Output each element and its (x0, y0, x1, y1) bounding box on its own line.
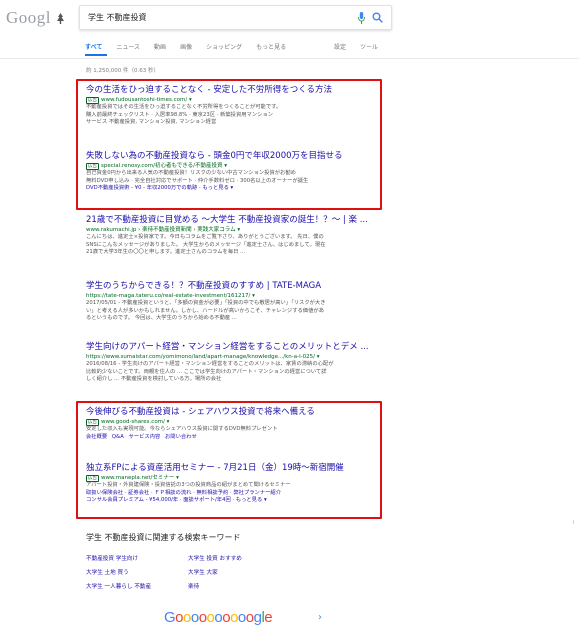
ad-result: 今後伸びる不動産投資は - シェアハウス投資で将来へ備える 広告 www.good… (86, 407, 386, 441)
result-title[interactable]: 21歳で不動産投資に目覚める 〜大学生 不動産投資家の誕生！？〜 | 楽 ... (86, 215, 386, 226)
search-box[interactable] (79, 5, 392, 30)
ad-snippet-line: サービス 不動産投資, マンション投資, マンション経営 (86, 119, 217, 125)
ad-url-line: 広告 www.good-shares.com/ ▾ (86, 418, 386, 426)
result-snippet-line: 比較的少ないことです。両親を住人の ... ここでは学生向けのアパート・マンショ… (86, 368, 327, 375)
google-logo[interactable]: Googl (6, 8, 65, 28)
settings-link[interactable]: 設定 (334, 42, 346, 51)
search-icon[interactable] (372, 12, 383, 23)
related-search-link[interactable]: 不動産投資 学生向け (86, 554, 138, 562)
tab-more[interactable]: もっと見る (256, 42, 286, 56)
search-tools: 設定 ツール (334, 42, 392, 51)
ad-snippet-line: 無料DVD申し込み · 完全自社対応でサポート · 仲介手数料ゼロ · 300名… (86, 177, 309, 184)
ad-url[interactable]: www.fudousantoshi-times.com/ ▾ (101, 97, 192, 103)
ad-extension[interactable]: コンサル会員プレミアム - ¥54,000/年 · 面談サポート/年4回 · も… (86, 497, 386, 505)
result-snippet-line: こんにちは、進定士×投資家です。今日もコラムをご覧下さり、ありがとうございます。… (86, 234, 324, 240)
result-snippet-line: SNSにこんなメッセージがありました。 大学生からのメッセージ「進定士さん、はじ… (86, 241, 326, 248)
result-title[interactable]: 学生のうちからできる！？不動産投資のすすめ | TATE-MAGA (86, 281, 386, 292)
next-page-arrow[interactable]: › (318, 612, 322, 623)
organic-result: 学生のうちからできる！？不動産投資のすすめ | TATE-MAGA https:… (86, 281, 386, 323)
pagination-logo: Goooooooooogle (164, 609, 273, 626)
result-snippet-line: 2016/08/16 - 学生向けのアパート経営・マンション経営をすることのメリ… (86, 361, 334, 367)
tab-videos[interactable]: 動画 (154, 42, 166, 56)
header-divider (0, 58, 579, 59)
doodle-icon (56, 13, 64, 24)
result-title[interactable]: 学生向けのアパート経営・マンション経営をすることのメリットとデメ ... (86, 342, 386, 353)
ad-snippet-line: 自己資金0円から出来る人気の不動産投資！リスクの少ない中古マンション投資がお勧め (86, 170, 296, 176)
tab-news[interactable]: ニュース (116, 42, 140, 56)
ad-snippet-line: 安定した収入も実現可能。今ならシェアハウス投資に関するDVD無料プレゼント (86, 426, 278, 432)
ad-sitelinks: 会社概要 Q&A サービス内容 お問い合わせ (86, 434, 386, 442)
related-search-link[interactable]: 大学生 一人暮らし 不動産 (86, 582, 151, 590)
sitelink-services[interactable]: サービス内容 (129, 434, 161, 440)
search-tabs: すべて ニュース 動画 画像 ショッピング もっと見る (85, 42, 300, 56)
result-snippet-line: るというものです。 今回は、大学生のうちから始める不動産 ... (86, 315, 237, 321)
related-search-link[interactable]: 大学生 大家 (188, 568, 218, 576)
ad-url[interactable]: www.manepla.net/セミナー ▾ (101, 475, 179, 481)
logo-text: Googl (6, 8, 51, 27)
ad-badge: 広告 (86, 475, 99, 482)
organic-result: 21歳で不動産投資に目覚める 〜大学生 不動産投資家の誕生！？〜 | 楽 ...… (86, 215, 386, 257)
search-input[interactable] (88, 9, 338, 25)
sitelink-qa[interactable]: Q&A (112, 434, 124, 440)
microphone-icon[interactable] (358, 12, 365, 24)
ad-sitelinks[interactable]: DVD不動産投資術 - ¥0 - 年収2000万での軌跡 · もっと見る ▾ (86, 185, 386, 193)
sitelink-contact[interactable]: お問い合わせ (165, 434, 197, 440)
ad-badge: 広告 (86, 419, 99, 426)
ad-badge: 広告 (86, 97, 99, 104)
ad-url[interactable]: www.good-shares.com/ ▾ (101, 419, 169, 425)
ad-url[interactable]: special.renosy.com/初心者もできる/不動産投資 ▾ (101, 163, 227, 169)
result-snippet-line: い」と考える人が多いかもしれません。しかし、ハードルが高いからこそ、チャレンジす… (86, 307, 324, 314)
ad-sitelinks[interactable]: 取扱い保険会社 · 証券会社 · ＦＰ相談の流れ · 無料相談予約 · 弊社プラ… (86, 490, 386, 498)
result-url[interactable]: www.rakumachi.jp › 楽待不動産投資新聞 › 実践大家コラム ▾ (86, 226, 386, 234)
ad-title[interactable]: 今の生活をひっ迫することなく - 安定した不労所得をつくる方法 (86, 85, 386, 96)
result-url[interactable]: https://tate-maga.tateru.co/real-estate-… (86, 292, 386, 300)
ad-url-line: 広告 www.manepla.net/セミナー ▾ (86, 474, 386, 482)
active-tab-indicator (85, 54, 107, 56)
ad-result: 独立系FPによる資産活用セミナー - 7月21日（金）19時〜新宿開催 広告 ww… (86, 463, 386, 505)
tab-shopping[interactable]: ショッピング (206, 42, 242, 56)
result-url[interactable]: https://www.sumaistar.com/yomimono/land/… (86, 353, 386, 361)
related-searches-heading: 学生 不動産投資に関連する検索キーワード (86, 533, 241, 542)
result-snippet-line: 21歳で大学3年生の〇〇と申します。進定士さんのコラムを毎日 ... (86, 249, 246, 255)
scroll-indicator: i (573, 520, 575, 526)
sitelink-company[interactable]: 会社概要 (86, 434, 107, 440)
ad-title[interactable]: 今後伸びる不動産投資は - シェアハウス投資で将来へ備える (86, 407, 386, 418)
ad-url-line: 広告 special.renosy.com/初心者もできる/不動産投資 ▾ (86, 162, 386, 170)
ad-snippet-line: アパート投資・外資建保険・投資信託の3つの投資商品の紹がまとめて聞けるセミナー (86, 482, 291, 488)
ad-title[interactable]: 失敗しない為の不動産投資なら - 頭金0円で年収2000万を目指せる (86, 151, 386, 162)
ad-snippet-line: 購入前最終チェックリスト · 入居率98.8% · 東京23区 · 新築投資用マ… (86, 111, 274, 118)
result-snippet-line: しく紹介し ... 不動産投資を検討している方。場所の会社 (86, 376, 222, 382)
tab-images[interactable]: 画像 (180, 42, 192, 56)
result-snippet-line: 2017/05/01 - 不動産投資というと、「多額の資金が必要」「投資の中でも… (86, 300, 326, 306)
related-search-link[interactable]: 大学生 投資 おすすめ (188, 554, 242, 562)
ad-badge: 広告 (86, 163, 99, 170)
ad-result: 失敗しない為の不動産投資なら - 頭金0円で年収2000万を目指せる 広告 spe… (86, 151, 386, 193)
ad-result: 今の生活をひっ迫することなく - 安定した不労所得をつくる方法 広告 www.fu… (86, 85, 386, 127)
related-search-link[interactable]: 楽待 (188, 582, 199, 590)
organic-result: 学生向けのアパート経営・マンション経営をすることのメリットとデメ ... htt… (86, 342, 386, 384)
related-search-link[interactable]: 大学生 土地 買う (86, 568, 129, 576)
ad-url-line: 広告 www.fudousantoshi-times.com/ ▾ (86, 96, 386, 104)
result-stats: 約 1,250,000 件（0.63 秒） (86, 68, 159, 74)
tools-link[interactable]: ツール (360, 42, 378, 51)
ad-snippet-line: 不動産投資ではその生活をひっ迫することなく不労所得をつくることが可能です。 (86, 104, 282, 110)
ad-title[interactable]: 独立系FPによる資産活用セミナー - 7月21日（金）19時〜新宿開催 (86, 463, 386, 474)
